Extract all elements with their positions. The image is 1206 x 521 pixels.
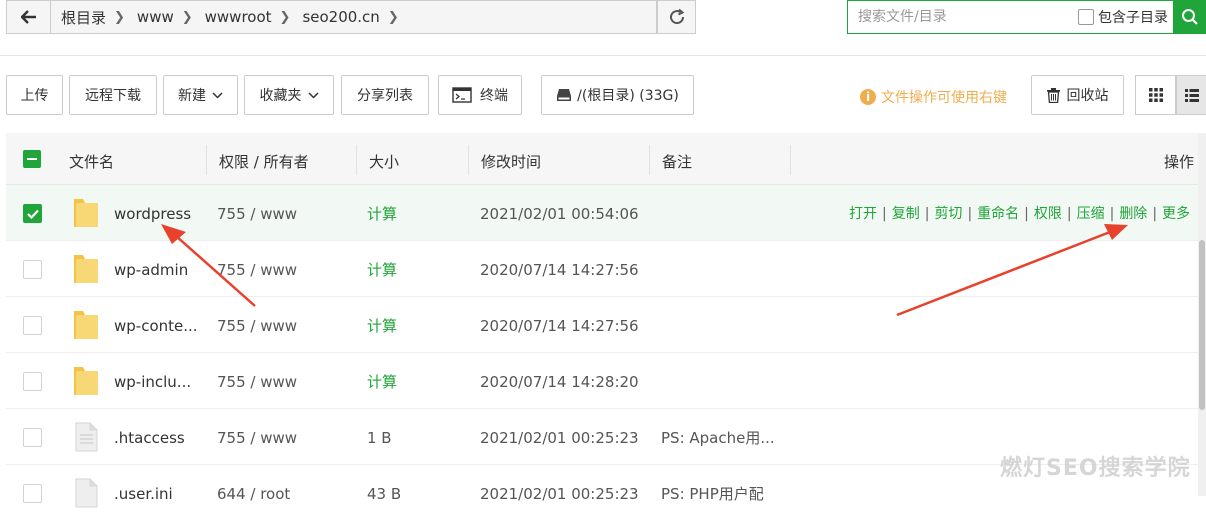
annotation-arrow-left	[175, 235, 256, 307]
annotation-arrows	[161, 224, 1128, 317]
annotation-arrow-right	[896, 230, 1111, 317]
watermark: 燃灯SEO搜索学院	[1000, 456, 1191, 481]
